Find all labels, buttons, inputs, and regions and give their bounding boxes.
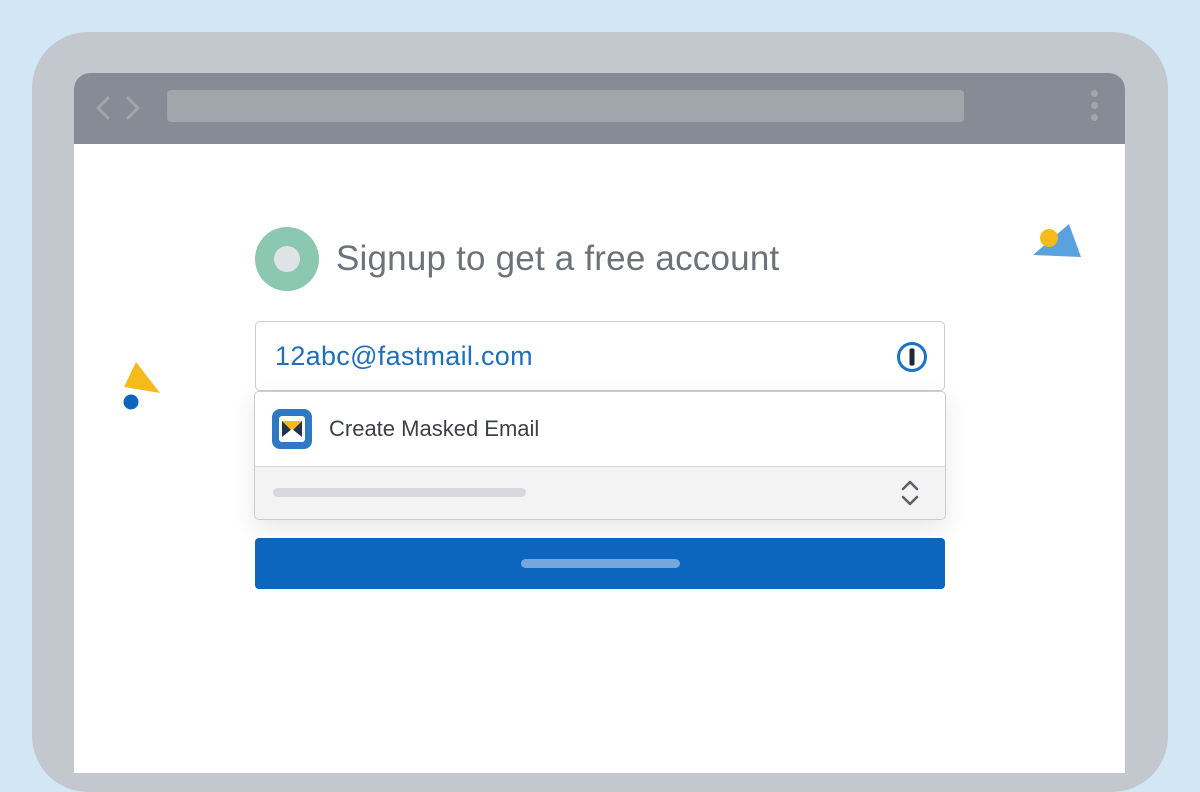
browser-toolbar (74, 73, 1125, 144)
1password-icon[interactable] (896, 341, 928, 373)
address-bar[interactable] (167, 90, 964, 122)
create-masked-email-option[interactable]: Create Masked Email (255, 392, 945, 467)
chevron-right-icon[interactable] (124, 93, 142, 123)
up-down-chevron-icon (901, 480, 919, 506)
submit-label-bar (521, 559, 680, 568)
page-title: Signup to get a free account (336, 239, 780, 278)
logo (255, 227, 319, 291)
option-label: Create Masked Email (329, 416, 540, 441)
autofill-dropdown: Create Masked Email (254, 391, 946, 520)
more-vertical-icon[interactable] (1090, 90, 1100, 126)
submit-button[interactable] (255, 538, 945, 589)
email-value: 12abc@fastmail.com (275, 341, 533, 371)
browser-window: Signup to get a free account 12abc@fastm… (74, 73, 1125, 773)
email-field[interactable]: 12abc@fastmail.com (255, 321, 945, 391)
decorative-shapes-icon (123, 362, 160, 410)
chevron-left-icon[interactable] (94, 93, 112, 123)
account-select[interactable] (255, 467, 945, 519)
fastmail-icon (272, 409, 312, 449)
select-placeholder-bar (273, 488, 526, 497)
decorative-triangle-icon (1033, 224, 1081, 257)
